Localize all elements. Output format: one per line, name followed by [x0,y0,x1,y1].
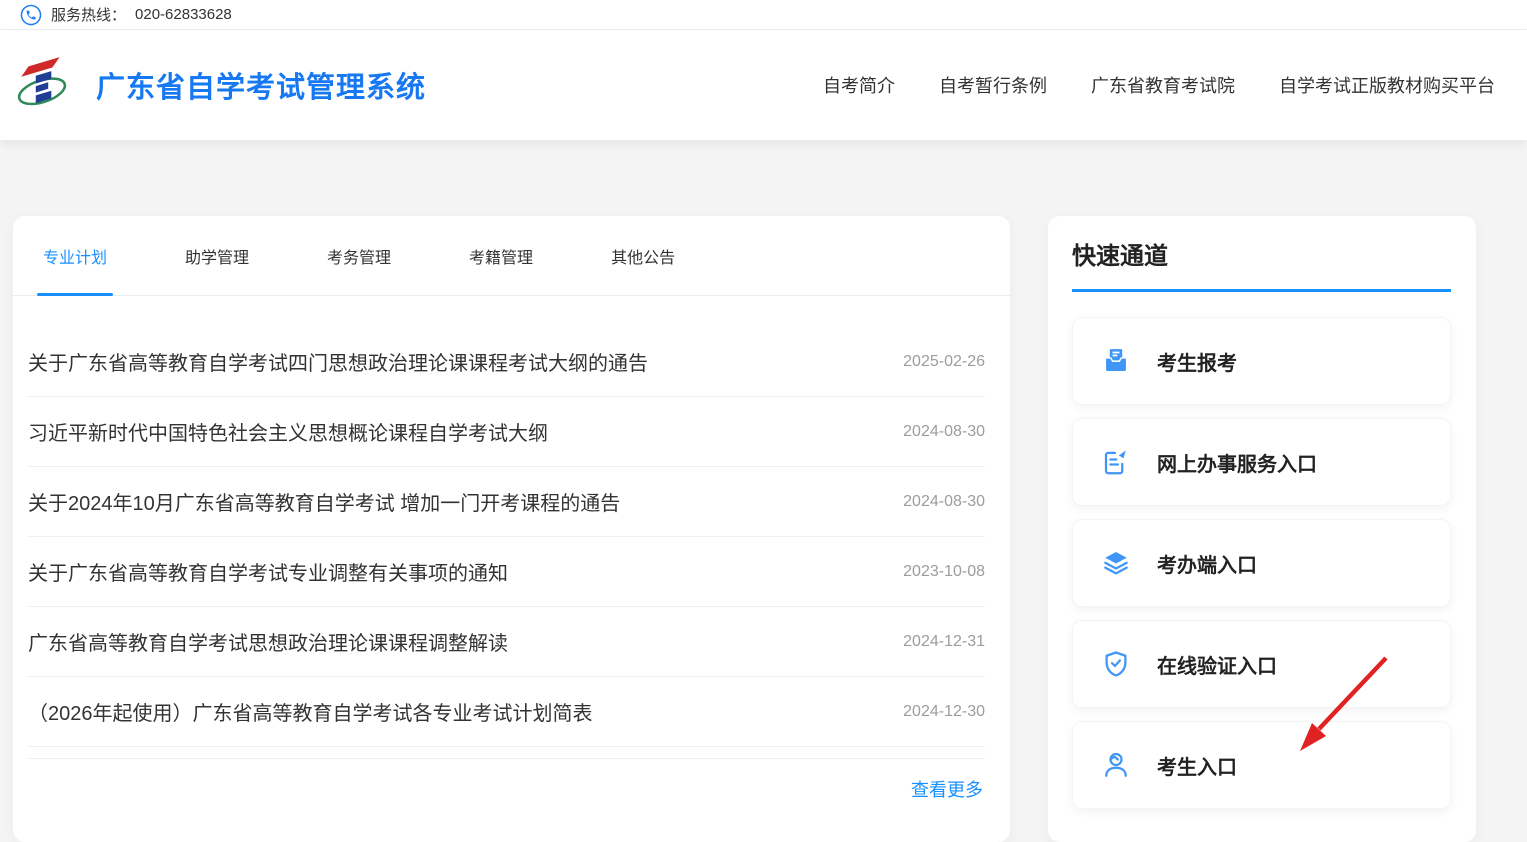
quick-link-exam-office[interactable]: 考办端入口 [1072,519,1451,607]
brand: 广东省自学考试管理系统 [14,54,426,117]
news-item-title[interactable]: 习近平新时代中国特色社会主义思想概论课程自学考试大纲 [28,417,548,446]
news-item[interactable]: 关于2024年10月广东省高等教育自学考试 增加一门开考课程的通告 2024-0… [28,467,985,537]
news-item[interactable]: 习近平新时代中国特色社会主义思想概论课程自学考试大纲 2024-08-30 [28,397,985,467]
quick-link-label: 考生报考 [1157,347,1237,376]
tab-exam-records[interactable]: 考籍管理 [463,216,539,295]
news-item[interactable]: 关于广东省高等教育自学考试专业调整有关事项的通知 2023-10-08 [28,537,985,607]
news-item-date: 2025-02-26 [903,353,985,371]
news-item-date: 2024-08-30 [903,423,985,441]
news-item-title[interactable]: 广东省高等教育自学考试思想政治理论课课程调整解读 [28,627,508,656]
quick-link-candidate-entrance[interactable]: 考生入口 [1072,721,1451,809]
header-nav: 自考简介 自考暂行条例 广东省教育考试院 自学考试正版教材购买平台 [823,72,1495,98]
hotline-label: 服务热线： [51,4,126,25]
quick-link-candidate-registration[interactable]: 考生报考 [1072,317,1451,405]
news-tabs: 专业计划 助学管理 考务管理 考籍管理 其他公告 [13,216,1010,296]
news-item-title[interactable]: 关于广东省高等教育自学考试专业调整有关事项的通知 [28,557,508,586]
news-item-date: 2024-08-30 [903,493,985,511]
news-item-title[interactable]: 关于广东省高等教育自学考试四门思想政治理论课课程考试大纲的通告 [28,347,648,376]
inbox-icon [1101,346,1131,376]
layers-icon [1101,548,1131,578]
news-panel: 专业计划 助学管理 考务管理 考籍管理 其他公告 关于广东省高等教育自学考试四门… [13,216,1010,842]
site-title: 广东省自学考试管理系统 [96,64,426,106]
tab-other-notices[interactable]: 其他公告 [605,216,681,295]
nav-link-regulations[interactable]: 自考暂行条例 [939,72,1047,98]
tab-study-aid[interactable]: 助学管理 [179,216,255,295]
document-edit-icon [1101,447,1131,477]
phone-icon [20,4,42,26]
view-more-link[interactable]: 查看更多 [13,759,1010,802]
nav-link-exam-authority[interactable]: 广东省教育考试院 [1091,72,1235,98]
news-item-date: 2024-12-30 [903,703,985,721]
quick-link-label: 考生入口 [1157,751,1237,780]
news-item[interactable]: （2026年起使用）广东省高等教育自学考试各专业考试计划简表 2024-12-3… [28,677,985,747]
topbar: 服务热线： 020-62833628 [0,0,1527,30]
hotline-number: 020-62833628 [135,6,232,23]
quick-link-online-services[interactable]: 网上办事服务入口 [1072,418,1451,506]
nav-link-textbook-platform[interactable]: 自学考试正版教材购买平台 [1279,72,1495,98]
quick-link-label: 考办端入口 [1157,549,1257,578]
quick-channel-underline [1072,289,1451,292]
news-item-title[interactable]: （2026年起使用）广东省高等教育自学考试各专业考试计划简表 [28,697,593,726]
user-icon [1101,750,1131,780]
news-item-title[interactable]: 关于2024年10月广东省高等教育自学考试 增加一门开考课程的通告 [28,487,620,516]
nav-link-intro[interactable]: 自考简介 [823,72,895,98]
news-item[interactable]: 广东省高等教育自学考试思想政治理论课课程调整解读 2024-12-31 [28,607,985,677]
quick-link-label: 网上办事服务入口 [1157,448,1317,477]
tab-exam-affairs[interactable]: 考务管理 [321,216,397,295]
quick-link-label: 在线验证入口 [1157,650,1277,679]
header: 广东省自学考试管理系统 自考简介 自考暂行条例 广东省教育考试院 自学考试正版教… [0,30,1527,140]
news-item[interactable]: 关于广东省高等教育自学考试四门思想政治理论课课程考试大纲的通告 2025-02-… [28,327,985,397]
quick-cards: 考生报考 网上办事服务入口 考办端入口 [1072,317,1451,809]
quick-channel-title: 快速通道 [1072,242,1451,272]
news-item-date: 2023-10-08 [903,563,985,581]
site-logo [14,54,70,117]
shield-check-icon [1101,649,1131,679]
tab-major-plan[interactable]: 专业计划 [37,216,113,295]
news-item-date: 2024-12-31 [903,633,985,651]
quick-link-online-verification[interactable]: 在线验证入口 [1072,620,1451,708]
quick-channel-panel: 快速通道 考生报考 网上办 [1048,216,1476,842]
news-list: 关于广东省高等教育自学考试四门思想政治理论课课程考试大纲的通告 2025-02-… [13,296,1010,747]
